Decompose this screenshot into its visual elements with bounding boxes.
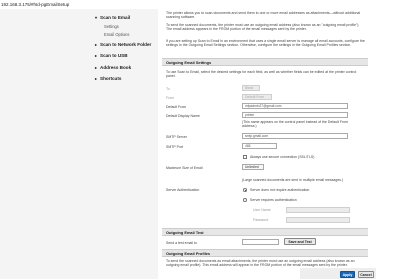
intro-paragraph-2: To send the scanned documents, the print…	[166, 23, 360, 32]
sidebar-item-scan-to-usb[interactable]: ▸ Scan to USB	[95, 53, 128, 58]
sidebar-item-shortcuts[interactable]: ▸ Shortcuts	[95, 76, 121, 81]
secure-connection-label: Always use secure connection (SSL/TLS)	[250, 155, 315, 159]
auth-not-required-radio[interactable]	[243, 188, 247, 192]
smtp-server-input[interactable]: smtp.gmail.com	[242, 133, 348, 139]
sidebar-item-email-options[interactable]: Email Options	[104, 32, 129, 37]
footer-bar: Apply Cancel	[300, 268, 376, 279]
send-test-label: Send a test email to	[166, 241, 197, 245]
auth-required-radio[interactable]	[243, 198, 247, 202]
user-name-input[interactable]	[286, 207, 350, 213]
address-bar[interactable]: 192.168.3.175/#hId-pgEmailSetup	[0, 0, 400, 9]
save-and-test-button[interactable]: Save and Test	[284, 238, 316, 245]
max-size-label: Maximum Size of Email	[166, 166, 203, 170]
intro-paragraph-3: If you are setting up Scan to Email in a…	[166, 39, 365, 48]
to-select[interactable]: Blank	[242, 85, 260, 91]
sidebar-item-scan-to-email[interactable]: ▾ Scan to Email	[95, 15, 130, 20]
settings-intro: To use Scan to Email, select the desired…	[166, 70, 357, 79]
password-label: Password	[253, 218, 269, 222]
main-content: The printer allows you to scan documents…	[158, 9, 376, 279]
sidebar-item-settings[interactable]: Settings	[104, 24, 119, 29]
default-from-input[interactable]: mfpadmin27@gmail.com	[242, 103, 348, 109]
auth-required-label: Server requires authentication	[250, 198, 297, 202]
sidebar-item-scan-to-network-folder[interactable]: ▸ Scan to Network Folder	[95, 42, 151, 47]
display-name-note: (This name appears on the control panel …	[242, 120, 349, 129]
default-from-label: Default From	[166, 105, 187, 109]
apply-button[interactable]: Apply	[340, 271, 355, 278]
smtp-port-input[interactable]: 465	[242, 143, 277, 149]
default-display-name-input[interactable]: printer	[242, 112, 348, 118]
sidebar: ▾ Scan to Email Settings Email Options ▸ S…	[0, 9, 158, 279]
from-label: From	[166, 96, 175, 100]
max-size-note: (Large scanned documents are sent in mul…	[242, 178, 344, 182]
profiles-text: To send the scanned documents as email a…	[166, 259, 355, 268]
server-authentication-label: Server Authentication	[166, 188, 200, 192]
intro-paragraph-1: The printer allows you to scan documents…	[166, 11, 361, 20]
smtp-server-label: SMTP Server	[166, 135, 187, 139]
section-outgoing-email-profiles: Outgoing Email Profiles	[162, 249, 368, 257]
sidebar-item-address-book[interactable]: ▸ Address Book	[95, 65, 131, 70]
password-input[interactable]	[286, 217, 350, 223]
section-outgoing-email-test: Outgoing Email Test	[162, 228, 368, 236]
secure-connection-checkbox[interactable]	[243, 155, 247, 159]
from-select[interactable]: Default From	[242, 94, 272, 100]
smtp-port-label: SMTP Port	[166, 145, 184, 149]
default-display-name-label: Default Display Name	[166, 114, 200, 118]
max-size-select[interactable]: Unlimited	[242, 164, 264, 170]
test-email-input[interactable]	[242, 239, 279, 245]
cancel-button[interactable]: Cancel	[358, 271, 374, 278]
auth-not-required-label: Server does not require authentication	[250, 188, 310, 192]
section-outgoing-email-settings: Outgoing Email Settings	[162, 58, 368, 66]
user-name-label: User Name	[253, 208, 271, 212]
to-label: To	[166, 87, 170, 91]
right-margin	[376, 9, 400, 279]
